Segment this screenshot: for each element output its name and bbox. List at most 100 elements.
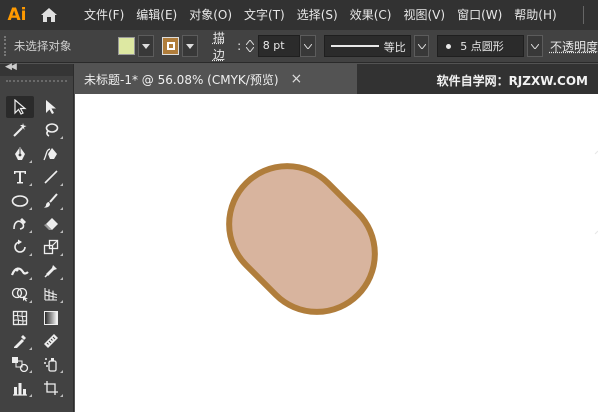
- control-bar-grip[interactable]: [4, 36, 10, 56]
- puppet-warp-tool-icon[interactable]: [37, 260, 65, 282]
- perspective-grid-tool-icon[interactable]: [37, 283, 65, 305]
- tool-group-indicator: [29, 300, 32, 304]
- chevron-down-icon[interactable]: [245, 47, 254, 52]
- scale-tool-icon[interactable]: [37, 236, 65, 258]
- tools-panel: ◀◀: [0, 62, 74, 412]
- document-tab-title: 未标题-1* @ 56.08% (CMYK/预览): [84, 72, 279, 87]
- menu-bar: Ai 文件(F) 编辑(E) 对象(O) 文字(T) 选择(S) 效果(C) 视…: [0, 0, 598, 30]
- rotate-tool-icon[interactable]: [6, 236, 34, 258]
- profile-dropdown[interactable]: [413, 35, 430, 57]
- stroke-color-swatch[interactable]: [161, 37, 180, 55]
- opacity-label[interactable]: 不透明度: [550, 38, 598, 55]
- tools-panel-grip[interactable]: [6, 80, 67, 88]
- collapse-panel-icon[interactable]: ◀◀: [5, 62, 17, 72]
- tool-group-indicator: [29, 183, 32, 187]
- measure-tool-icon[interactable]: [37, 330, 65, 352]
- tool-group-indicator: [60, 276, 63, 280]
- menubar-divider: [583, 6, 584, 24]
- rounded-capsule-shape[interactable]: [205, 142, 399, 336]
- home-icon[interactable]: [34, 0, 64, 30]
- shape-builder-tool-icon[interactable]: [6, 283, 34, 305]
- curvature-tool-icon[interactable]: [37, 143, 65, 165]
- artboard-canvas[interactable]: [75, 94, 598, 412]
- chevron-down-icon: [186, 43, 195, 49]
- ellipse-tool-icon[interactable]: [6, 190, 34, 212]
- direct-selection-tool-icon[interactable]: [37, 96, 65, 118]
- fill-color-swatch[interactable]: [118, 37, 136, 55]
- tool-group-indicator: [60, 253, 63, 257]
- stroke-weight-input[interactable]: 8 pt: [257, 35, 301, 57]
- mesh-tool-icon[interactable]: [6, 307, 34, 329]
- variable-width-profile[interactable]: 等比: [323, 35, 411, 57]
- menu-type[interactable]: 文字(T): [238, 0, 291, 30]
- selection-tool-icon[interactable]: [6, 96, 34, 118]
- tool-group-indicator: [29, 206, 32, 210]
- paintbrush-tool-icon[interactable]: [37, 190, 65, 212]
- menu-view[interactable]: 视图(V): [397, 0, 451, 30]
- menu-items: 文件(F) 编辑(E) 对象(O) 文字(T) 选择(S) 效果(C) 视图(V…: [78, 0, 563, 30]
- chevron-down-icon: [531, 43, 540, 49]
- eyedropper-tool-icon[interactable]: [6, 330, 34, 352]
- app-logo: Ai: [7, 5, 27, 25]
- gradient-tool-icon[interactable]: [37, 307, 65, 329]
- menu-object[interactable]: 对象(O): [183, 0, 238, 30]
- menu-window[interactable]: 窗口(W): [451, 0, 508, 30]
- stroke-weight-spinner[interactable]: [244, 35, 256, 57]
- tools-grid: [6, 96, 68, 400]
- chevron-down-icon: [304, 43, 313, 49]
- tool-group-indicator: [29, 370, 32, 374]
- chevron-down-icon: [417, 43, 426, 49]
- tool-group-indicator: [60, 300, 63, 304]
- tool-group-indicator: [60, 206, 63, 210]
- tool-group-indicator: [60, 229, 63, 233]
- chevron-up-icon[interactable]: [245, 40, 254, 45]
- menu-edit[interactable]: 编辑(E): [130, 0, 183, 30]
- type-tool-icon[interactable]: [6, 166, 34, 188]
- document-tab-bar: 未标题-1* @ 56.08% (CMYK/预览) × 软件自学网：RJZXW.…: [75, 64, 598, 94]
- tool-group-indicator: [60, 370, 63, 374]
- profile-label: 等比: [383, 41, 406, 54]
- chevron-down-icon: [142, 43, 151, 49]
- column-graph-tool-icon[interactable]: [6, 377, 34, 399]
- menu-file[interactable]: 文件(F): [78, 0, 130, 30]
- tool-group-indicator: [29, 276, 32, 280]
- tool-group-indicator: [29, 346, 32, 350]
- blend-tool-icon[interactable]: [6, 353, 34, 375]
- brush-label: 5 点圆形: [460, 40, 504, 53]
- width-tool-icon[interactable]: [6, 260, 34, 282]
- stroke-weight-dropdown[interactable]: [300, 35, 316, 57]
- tool-group-indicator: [29, 229, 32, 233]
- watermark-text: 软件自学网：RJZXW.COM: [436, 74, 588, 88]
- line-segment-tool-icon[interactable]: [37, 166, 65, 188]
- fill-dropdown[interactable]: [138, 35, 154, 57]
- magic-wand-tool-icon[interactable]: [6, 119, 34, 141]
- tool-group-indicator: [29, 393, 32, 397]
- pen-tool-icon[interactable]: [6, 143, 34, 165]
- close-icon[interactable]: ×: [291, 71, 303, 87]
- menu-effect[interactable]: 效果(C): [344, 0, 398, 30]
- lasso-tool-icon[interactable]: [37, 119, 65, 141]
- menu-help[interactable]: 帮助(H): [508, 0, 562, 30]
- eraser-tool-icon[interactable]: [37, 213, 65, 235]
- brush-definition[interactable]: 5 点圆形: [437, 35, 525, 57]
- stroke-label-colon: :: [237, 39, 242, 53]
- brush-dropdown[interactable]: [527, 35, 543, 57]
- symbol-sprayer-tool-icon[interactable]: [37, 353, 65, 375]
- brush-dot-icon: [446, 43, 452, 49]
- document-tab[interactable]: 未标题-1* @ 56.08% (CMYK/预览) ×: [75, 64, 357, 94]
- stroke-swatch-inner: [166, 42, 175, 50]
- stroke-label[interactable]: 描边: [213, 29, 236, 63]
- tool-group-indicator: [60, 183, 63, 187]
- tool-group-indicator: [60, 136, 63, 140]
- menu-select[interactable]: 选择(S): [291, 0, 344, 30]
- tool-group-indicator: [60, 393, 63, 397]
- stroke-color-dropdown[interactable]: [182, 35, 198, 57]
- artwork: [205, 142, 598, 336]
- shaper-tool-icon[interactable]: [6, 213, 34, 235]
- artboard-tool-icon[interactable]: [37, 377, 65, 399]
- control-bar: 未选择对象 描边: 8 pt 等比 5 点圆形 不透明度: [0, 30, 598, 63]
- tools-panel-header: ◀◀: [0, 62, 73, 76]
- selection-status: 未选择对象: [13, 39, 72, 53]
- profile-line-preview: [330, 45, 379, 47]
- tool-group-indicator: [29, 159, 32, 163]
